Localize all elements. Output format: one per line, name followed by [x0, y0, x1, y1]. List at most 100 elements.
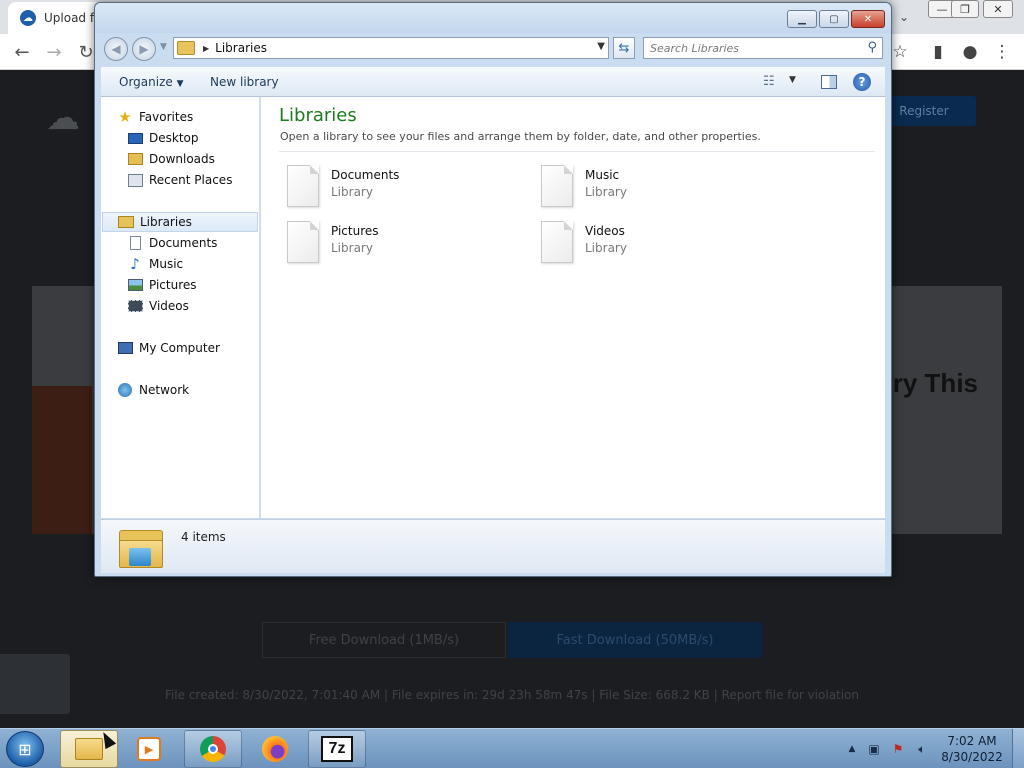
library-name: Documents: [331, 168, 400, 182]
music-library-icon: [541, 165, 573, 207]
film-icon: [127, 298, 143, 314]
new-library-button[interactable]: New library: [210, 75, 279, 89]
downloads-folder-icon: [127, 151, 143, 167]
browser-tab-title: Upload fi: [44, 11, 98, 25]
chrome-icon: [199, 735, 227, 763]
organize-button[interactable]: Organize ▼: [119, 75, 184, 89]
network-icon: [117, 382, 133, 398]
clock-date[interactable]: 8/30/2022: [936, 750, 1008, 764]
clock-time[interactable]: 7:02 AM: [936, 734, 1008, 748]
command-bar: Organize ▼ New library ☷ ▼ ?: [101, 67, 885, 97]
nav-music[interactable]: ♪ Music: [127, 254, 183, 274]
nav-videos-label: Videos: [149, 299, 189, 313]
breadcrumb-libraries[interactable]: Libraries: [215, 41, 267, 55]
details-pane: 4 items: [101, 519, 885, 573]
menu-kebab-icon[interactable]: ⋮: [990, 40, 1014, 64]
library-item-videos[interactable]: Videos Library: [533, 219, 773, 265]
nav-my-computer-label: My Computer: [139, 341, 220, 355]
nav-desktop[interactable]: Desktop: [127, 128, 199, 148]
computer-icon: [117, 340, 133, 356]
preview-pane-icon[interactable]: [821, 75, 837, 89]
breadcrumb-separator-icon[interactable]: ▶: [203, 44, 209, 53]
address-row: ◀ ▶ ▼ ▶ Libraries ▼ ⇆ ⚲: [95, 33, 891, 65]
back-button[interactable]: ◀: [104, 37, 128, 61]
forward-button[interactable]: ▶: [132, 37, 156, 61]
nav-favorites[interactable]: ★ Favorites: [117, 107, 193, 127]
nav-libraries-label: Libraries: [140, 215, 192, 229]
search-box[interactable]: ⚲: [643, 37, 883, 59]
nav-network[interactable]: Network: [117, 380, 189, 400]
start-button[interactable]: ⊞: [6, 731, 44, 767]
nav-documents[interactable]: Documents: [127, 233, 217, 253]
header-divider: [279, 151, 875, 152]
nav-libraries[interactable]: Libraries: [102, 212, 258, 232]
side-panel-icon[interactable]: ▮: [926, 40, 950, 64]
show-hidden-icons-icon[interactable]: ▲: [844, 741, 860, 757]
minimize-button[interactable]: ▁: [787, 10, 817, 28]
browser-close-button[interactable]: ✕: [983, 0, 1013, 18]
refresh-icon[interactable]: ⇆: [613, 37, 635, 59]
maximize-button[interactable]: ▢: [819, 10, 849, 28]
recent-pages-dropdown-icon[interactable]: ▼: [160, 42, 167, 52]
view-dropdown-icon[interactable]: ▼: [789, 75, 796, 85]
cloud-logo-icon: ☁: [20, 10, 36, 26]
nav-downloads-label: Downloads: [149, 152, 215, 166]
address-dropdown-icon[interactable]: ▼: [597, 41, 605, 52]
taskbar-7zip[interactable]: 7z: [308, 730, 366, 768]
help-icon[interactable]: ?: [853, 73, 871, 91]
library-type: Library: [585, 185, 627, 199]
search-icon[interactable]: ⚲: [867, 40, 877, 55]
taskbar-media-player[interactable]: ▶: [120, 730, 178, 768]
document-library-icon: [287, 165, 319, 207]
organize-label: Organize: [119, 75, 173, 89]
back-arrow-icon[interactable]: ←: [10, 40, 34, 64]
library-item-documents[interactable]: Documents Library: [279, 163, 519, 209]
free-download-button[interactable]: Free Download (1MB/s): [262, 622, 506, 658]
library-name: Music: [585, 168, 620, 182]
library-item-pictures[interactable]: Pictures Library: [279, 219, 519, 265]
browser-restore-button[interactable]: ❐: [951, 0, 979, 18]
explorer-window: ▁ ▢ ✕ ◀ ▶ ▼ ▶ Libraries ▼ ⇆ ⚲ Organize ▼…: [94, 2, 892, 577]
taskbar-firefox[interactable]: [246, 730, 304, 768]
nav-recent-places[interactable]: Recent Places: [127, 170, 232, 190]
nav-documents-label: Documents: [149, 236, 218, 250]
address-bar[interactable]: ▶ Libraries ▼: [173, 37, 609, 59]
change-view-icon[interactable]: ☷: [763, 74, 781, 90]
nav-videos[interactable]: Videos: [127, 296, 189, 316]
navigation-pane: ★ Favorites Desktop Downloads Recent Pla…: [101, 97, 260, 518]
taskbar: ⊞ ▶ 7z ▲ ▣ ⚑ 🔈︎ 7:02 AM 8/30/2022: [0, 728, 1024, 768]
videos-library-icon: [541, 221, 573, 263]
library-name: Videos: [585, 224, 625, 238]
pictures-library-icon: [287, 221, 319, 263]
star-icon: ★: [118, 108, 132, 126]
nav-pictures[interactable]: Pictures: [127, 275, 197, 295]
forward-arrow-icon[interactable]: →: [42, 40, 66, 64]
search-input[interactable]: [650, 41, 855, 55]
taskbar-chrome[interactable]: [184, 730, 242, 768]
action-center-warning-icon[interactable]: ⚑: [890, 741, 906, 757]
nav-pictures-label: Pictures: [149, 278, 197, 292]
seven-zip-icon: 7z: [321, 736, 353, 762]
nav-favorites-label: Favorites: [139, 110, 194, 124]
libraries-folder-icon: [177, 41, 195, 55]
nav-recent-places-label: Recent Places: [149, 173, 233, 187]
explorer-folder-icon: [75, 735, 103, 763]
firefox-icon: [261, 735, 289, 763]
site-logo-icon: ☁: [46, 98, 80, 138]
library-item-music[interactable]: Music Library: [533, 163, 773, 209]
fast-download-button[interactable]: Fast Download (50MB/s): [508, 622, 762, 658]
show-desktop-button[interactable]: [1012, 729, 1024, 768]
music-note-icon: ♪: [130, 255, 140, 273]
documents-icon: [127, 235, 143, 251]
explorer-title-bar[interactable]: ▁ ▢ ✕: [95, 3, 891, 33]
libraries-large-icon: [119, 526, 163, 568]
profile-icon[interactable]: ●: [958, 40, 982, 64]
tab-search-chevron-icon[interactable]: ⌄: [892, 5, 916, 29]
network-tray-icon[interactable]: ▣: [866, 741, 882, 757]
library-type: Library: [331, 241, 373, 255]
volume-icon[interactable]: 🔈︎: [914, 741, 930, 757]
nav-downloads[interactable]: Downloads: [127, 149, 215, 169]
nav-my-computer[interactable]: My Computer: [117, 338, 220, 358]
media-player-icon: ▶: [135, 735, 163, 763]
close-button[interactable]: ✕: [851, 10, 885, 28]
